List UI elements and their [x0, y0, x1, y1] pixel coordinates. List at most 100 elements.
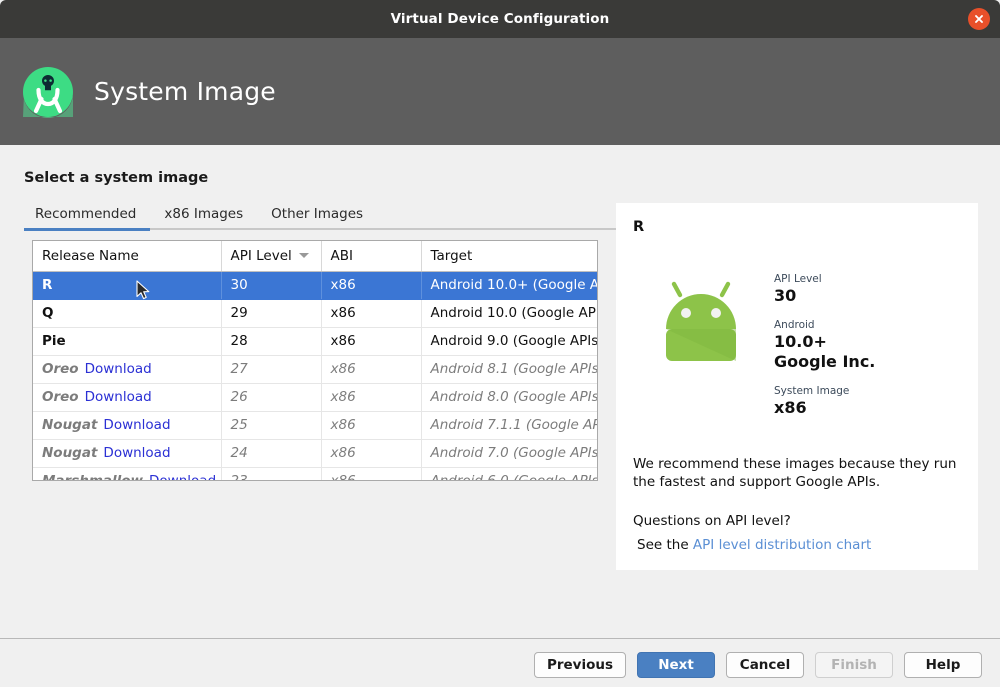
cell-release-name: R [33, 271, 222, 300]
detail-field: System Image x86 [774, 385, 974, 417]
window-titlebar: Virtual Device Configuration [0, 0, 1000, 38]
cell-target: Android 8.0 (Google APIs) [421, 383, 597, 412]
system-image-detail-panel: R API Level 30 Android 10.0+ Google Inc. Syst… [616, 203, 978, 570]
cell-release-name: Nougat Download [33, 411, 222, 440]
finish-button: Finish [815, 652, 893, 678]
table-row[interactable]: Q 29 x86 Android 10.0 (Google APIs) [33, 299, 597, 328]
cell-api-level: 27 [221, 355, 322, 384]
tab-x86-images[interactable]: x86 Images [150, 203, 257, 227]
cell-api-level: 24 [221, 439, 322, 468]
next-button[interactable]: Next [637, 652, 715, 678]
column-label: ABI [330, 247, 353, 264]
detail-field-value: Google Inc. [774, 352, 876, 371]
dialog-body: Select a system image Recommended x86 Ima… [0, 145, 1000, 638]
detail-field-list: API Level 30 Android 10.0+ Google Inc. System… [774, 273, 974, 431]
column-header-abi[interactable]: ABI [321, 241, 422, 272]
release-name-label: Oreo [42, 389, 79, 405]
table-row[interactable]: Pie 28 x86 Android 9.0 (Google APIs) [33, 327, 597, 356]
detail-see-line: See the API level distribution chart [637, 537, 871, 553]
release-name-label: Pie [42, 333, 66, 349]
table-row[interactable]: Nougat Download 25 x86 Android 7.1.1 (Google… [33, 411, 597, 440]
android-studio-logo-icon [22, 66, 74, 118]
cell-target: Android 9.0 (Google APIs) [421, 327, 597, 356]
cell-target: Android 8.1 (Google APIs) [421, 355, 597, 384]
footer-button-row: Previous Next Cancel Finish Help [533, 652, 982, 678]
cell-abi: x86 [321, 467, 422, 480]
previous-button[interactable]: Previous [533, 652, 626, 678]
tab-other-images[interactable]: Other Images [257, 203, 377, 227]
column-label: Release Name [42, 247, 139, 264]
column-header-target[interactable]: Target [421, 241, 597, 272]
column-label: API Level [230, 247, 292, 264]
detail-field: Android 10.0+ [774, 319, 974, 351]
table-row[interactable]: R 30x86Android 10.0+ (Google APIs) [33, 271, 597, 300]
detail-field-label: API Level [774, 273, 822, 285]
cell-abi: x86 [321, 327, 422, 356]
release-name-label: Nougat [42, 445, 98, 461]
detail-field-value: 30 [774, 286, 797, 305]
cell-api-level: 26 [221, 383, 322, 412]
cell-abi: x86 [321, 383, 422, 412]
cell-release-name: Pie [33, 327, 222, 356]
detail-field-label: Android [774, 319, 815, 331]
cell-abi: x86 [321, 411, 422, 440]
download-link[interactable]: Download [85, 389, 152, 405]
cell-target: Android 7.0 (Google APIs) [421, 439, 597, 468]
cell-abi: x86 [321, 439, 422, 468]
download-link[interactable]: Download [103, 445, 170, 461]
cell-api-level: 28 [221, 327, 322, 356]
cell-target: Android 6.0 (Google APIs) [421, 467, 597, 480]
sort-descending-icon [298, 252, 309, 258]
android-robot-icon [658, 277, 744, 371]
download-link[interactable]: Download [85, 361, 152, 377]
download-link[interactable]: Download [103, 417, 170, 433]
cancel-button[interactable]: Cancel [726, 652, 804, 678]
cell-target: Android 10.0 (Google APIs) [421, 299, 597, 328]
active-tab-indicator [24, 228, 150, 231]
cell-abi: x86 [321, 355, 422, 384]
table-row[interactable]: Oreo Download 26 x86 Android 8.0 (Google API… [33, 383, 597, 412]
cell-api-level: 23 [221, 467, 322, 480]
cell-release-name: Oreo Download [33, 355, 222, 384]
see-prefix-label: See the [637, 537, 693, 553]
detail-recommendation-note: We recommend these images because they r… [633, 456, 957, 491]
api-level-distribution-chart-link[interactable]: API level distribution chart [693, 537, 871, 553]
column-header-api-level[interactable]: API Level [221, 241, 322, 272]
cell-release-name: Q [33, 299, 222, 328]
dialog-footer: Previous Next Cancel Finish Help [0, 639, 1000, 687]
release-name-label: Oreo [42, 361, 79, 377]
table-row[interactable]: Nougat Download 24 x86 Android 7.0 (Google A… [33, 439, 597, 468]
system-image-table[interactable]: Release Name API Level ABI Target R 30 x86… [32, 240, 598, 481]
cell-api-level: 30 [221, 271, 322, 300]
cell-release-name: Marshmallow Download [33, 467, 222, 481]
page-title: System Image [94, 77, 276, 106]
cell-target: Android 7.1.1 (Google APIs) [421, 411, 597, 440]
detail-field-value: x86 [774, 398, 807, 417]
cell-api-level: 29 [221, 299, 322, 328]
detail-field: API Level 30 [774, 273, 974, 305]
cell-release-name: Oreo Download [33, 383, 222, 412]
tab-recommended[interactable]: Recommended [24, 203, 150, 227]
close-icon[interactable] [968, 8, 990, 30]
window-title: Virtual Device Configuration [390, 11, 610, 27]
section-heading: Select a system image [24, 170, 209, 186]
cell-abi: x86 [321, 299, 422, 328]
cell-release-name: Nougat Download [33, 439, 222, 468]
table-header-row: Release Name API Level ABI Target [33, 241, 597, 272]
virtual-device-configuration-dialog: Virtual Device Configuration System Imag… [0, 0, 1000, 687]
cell-api-level: 25 [221, 411, 322, 440]
detail-field-value: 10.0+ [774, 332, 827, 351]
cell-target: Android 10.0+ (Google APIs) [421, 271, 597, 300]
release-name-label: Marshmallow [42, 473, 144, 481]
column-header-release-name[interactable]: Release Name [33, 241, 222, 272]
table-row[interactable]: Marshmallow Download 23 x86 Android 6.0 (Goo… [33, 467, 597, 481]
detail-release-name: R [633, 219, 645, 235]
detail-field: Google Inc. [774, 352, 974, 371]
column-label: Target [430, 247, 473, 264]
help-button[interactable]: Help [904, 652, 982, 678]
download-link[interactable]: Download [149, 473, 216, 480]
table-row[interactable]: Oreo Download 27 x86 Android 8.1 (Google API… [33, 355, 597, 384]
release-name-label: Nougat [42, 417, 98, 433]
dialog-header: System Image [0, 38, 1000, 145]
release-name-label: R [42, 277, 53, 293]
